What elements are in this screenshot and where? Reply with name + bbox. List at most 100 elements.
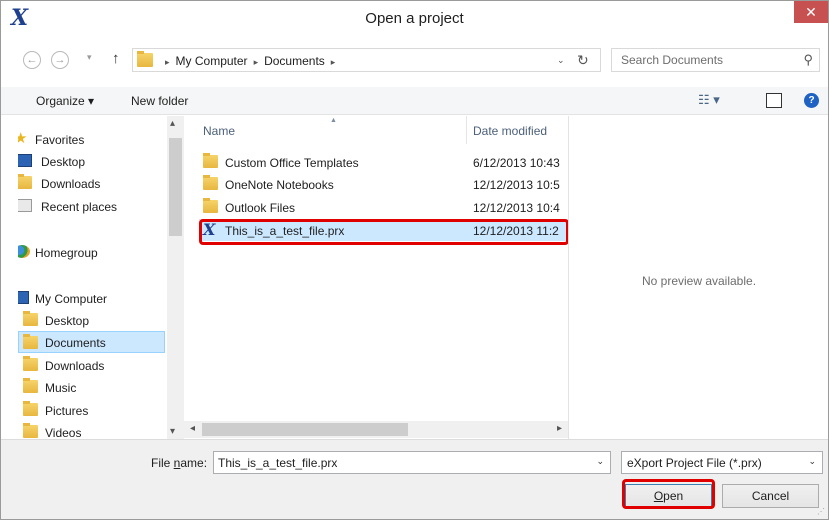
- selected-file-highlight: [199, 219, 569, 245]
- file-type-value: eXport Project File (*.prx): [627, 456, 762, 470]
- preview-pane-icon[interactable]: [766, 93, 782, 108]
- column-header-date-modified[interactable]: Date modified: [473, 124, 547, 138]
- pictures-folder-icon: [23, 401, 38, 416]
- preview-message: No preview available.: [641, 274, 757, 288]
- navigation-bar: ← → ▾ ↑ ▸ My Computer ▸ Documents ▸ ⌄ ↻ ⚲: [1, 45, 828, 75]
- column-divider[interactable]: [466, 116, 467, 144]
- breadcrumb-my-computer[interactable]: My Computer: [176, 54, 248, 68]
- resize-grip-icon[interactable]: ⋰: [817, 507, 825, 516]
- desktop-folder-icon: [23, 311, 38, 326]
- music-folder-icon: [23, 378, 38, 393]
- file-name: OneNote Notebooks: [225, 178, 334, 192]
- command-toolbar: Organize ▾ New folder ☷ ▾ ?: [1, 87, 828, 115]
- refresh-icon[interactable]: ↻: [577, 52, 589, 69]
- back-button[interactable]: ←: [23, 51, 41, 69]
- address-dropdown-icon[interactable]: ⌄: [557, 55, 565, 66]
- open-project-dialog: X Open a project ✕ ← → ▾ ↑ ▸ My Computer ▸…: [0, 0, 829, 520]
- forward-button[interactable]: →: [51, 51, 69, 69]
- file-row[interactable]: Outlook Files 12/12/2013 10:4: [199, 196, 568, 218]
- dialog-title: Open a project: [365, 10, 464, 27]
- folder-icon: [203, 198, 218, 213]
- change-view-icon[interactable]: ☷ ▾: [698, 92, 720, 108]
- up-folder-button[interactable]: ↑: [112, 50, 120, 67]
- breadcrumb-separator[interactable]: ▸: [331, 57, 336, 67]
- search-box[interactable]: ⚲: [611, 48, 820, 72]
- sidebar-item-mc-desktop[interactable]: Desktop: [18, 309, 165, 331]
- scroll-up-icon[interactable]: ▴: [170, 118, 175, 129]
- folder-icon: [137, 51, 153, 67]
- file-name-label: File name:: [151, 456, 207, 470]
- documents-folder-icon: [23, 334, 38, 349]
- file-name: Custom Office Templates: [225, 156, 359, 170]
- computer-icon: [18, 291, 29, 304]
- sidebar-item-mc-music[interactable]: Music: [18, 376, 165, 398]
- star-icon: ★: [18, 130, 28, 147]
- sidebar-item-label: Music: [45, 381, 77, 395]
- sidebar-item-label: Homegroup: [35, 246, 98, 260]
- file-name: Outlook Files: [225, 201, 296, 215]
- sidebar-item-label: Videos: [45, 426, 82, 439]
- breadcrumb-separator: ▸: [165, 57, 170, 67]
- file-row[interactable]: Custom Office Templates 6/12/2013 10:43: [199, 151, 568, 173]
- sidebar-item-homegroup[interactable]: Homegroup: [18, 241, 165, 263]
- sidebar-item-label: Pictures: [45, 404, 89, 418]
- cancel-button[interactable]: Cancel: [722, 484, 819, 508]
- scroll-down-icon[interactable]: ▾: [170, 426, 175, 437]
- sort-ascending-icon: ▲: [330, 117, 337, 124]
- sidebar-item-downloads[interactable]: Downloads: [18, 172, 165, 194]
- navigation-pane-scrollbar[interactable]: ▴ ▾: [167, 116, 184, 439]
- videos-folder-icon: [23, 423, 38, 438]
- sidebar-item-label: Favorites: [35, 133, 85, 147]
- homegroup-icon: [18, 245, 30, 258]
- file-row[interactable]: OneNote Notebooks 12/12/2013 10:5: [199, 173, 568, 195]
- help-icon[interactable]: ?: [804, 93, 819, 108]
- sidebar-item-mc-videos[interactable]: Videos: [18, 421, 165, 439]
- sidebar-item-label: Desktop: [45, 314, 90, 328]
- sidebar-item-mc-documents[interactable]: Documents: [18, 331, 165, 353]
- recent-locations-dropdown[interactable]: ▾: [87, 52, 92, 63]
- sidebar-item-mc-downloads[interactable]: Downloads: [18, 354, 165, 376]
- sidebar-item-favorites[interactable]: ★ Favorites: [18, 128, 165, 150]
- breadcrumb: ▸ My Computer ▸ Documents ▸: [159, 54, 341, 68]
- file-type-select[interactable]: eXport Project File (*.prx) ⌄: [621, 451, 823, 474]
- preview-pane: No preview available.: [568, 116, 828, 439]
- address-bar[interactable]: ▸ My Computer ▸ Documents ▸ ⌄ ↻: [132, 48, 601, 72]
- search-icon[interactable]: ⚲: [803, 52, 813, 68]
- folder-icon: [203, 153, 218, 168]
- sidebar-item-my-computer[interactable]: My Computer: [18, 287, 165, 309]
- file-type-dropdown-icon[interactable]: ⌄: [808, 456, 816, 467]
- file-name-dropdown-icon[interactable]: ⌄: [596, 456, 604, 467]
- sidebar-item-recent-places[interactable]: Recent places: [18, 195, 165, 217]
- sidebar-item-label: My Computer: [35, 292, 108, 306]
- sidebar-item-label: Recent places: [41, 200, 118, 214]
- sidebar-item-mc-pictures[interactable]: Pictures: [18, 399, 165, 421]
- new-folder-button[interactable]: New folder: [131, 94, 188, 108]
- downloads-folder-icon: [18, 174, 32, 189]
- downloads-folder-icon: [23, 356, 38, 371]
- scrollbar-thumb[interactable]: [169, 138, 182, 236]
- file-name-combobox[interactable]: ⌄: [213, 451, 611, 474]
- sidebar-item-desktop[interactable]: Desktop: [18, 150, 165, 172]
- folder-icon: [203, 175, 218, 190]
- close-button[interactable]: ✕: [794, 1, 828, 23]
- sidebar-item-label: Documents: [45, 336, 106, 350]
- scroll-right-icon[interactable]: ▸: [557, 423, 562, 434]
- scrollbar-thumb[interactable]: [202, 423, 408, 436]
- file-list-horizontal-scrollbar[interactable]: ◂ ▸: [184, 421, 568, 438]
- file-date: 12/12/2013 10:4: [473, 201, 560, 215]
- file-name-label-part: File: [151, 456, 174, 470]
- open-button-highlight: [622, 479, 715, 509]
- desktop-icon: [18, 154, 32, 167]
- breadcrumb-documents[interactable]: Documents: [264, 54, 325, 68]
- organize-button[interactable]: Organize ▾: [36, 94, 94, 108]
- sidebar-item-label: Desktop: [41, 155, 86, 169]
- column-header-name[interactable]: Name: [203, 124, 235, 138]
- breadcrumb-separator: ▸: [253, 57, 259, 67]
- file-date: 12/12/2013 10:5: [473, 178, 560, 192]
- navigation-pane: ★ Favorites Desktop Downloads Recent pla…: [18, 116, 180, 439]
- search-input[interactable]: [621, 53, 781, 67]
- title-bar: X Open a project ✕: [1, 1, 828, 35]
- file-name-label-part: ame:: [180, 456, 208, 470]
- scroll-left-icon[interactable]: ◂: [190, 423, 195, 434]
- file-name-input[interactable]: [218, 456, 578, 470]
